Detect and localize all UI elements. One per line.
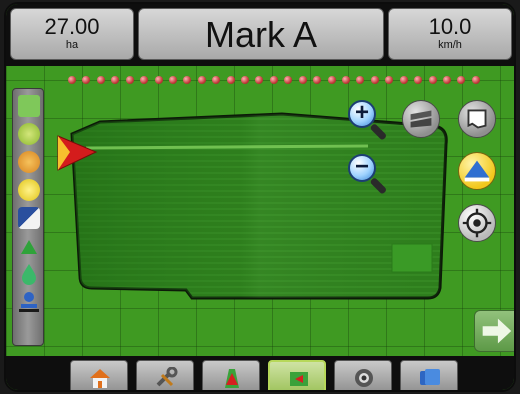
camera-icon (355, 369, 373, 387)
speed-unit: km/h (438, 39, 462, 51)
tab-field-view[interactable] (268, 360, 326, 390)
guidance-mode-button[interactable] (458, 152, 496, 190)
zoom-out-button[interactable]: − (346, 152, 392, 198)
zoom-in-button[interactable]: + (346, 98, 392, 144)
nozzle-indicator (269, 76, 278, 84)
tab-data[interactable] (400, 360, 458, 390)
field-coverage-map[interactable] (62, 92, 458, 302)
map-view-icon (467, 109, 487, 129)
nozzle-indicator (471, 76, 480, 84)
home-icon (90, 369, 110, 388)
nozzle-indicator (313, 76, 322, 84)
nozzle-indicator (255, 76, 264, 84)
perspective-view-icon (410, 110, 432, 128)
page-title: Mark A (204, 14, 318, 55)
guidance-mode-icon (464, 160, 490, 182)
tank-icon[interactable] (21, 263, 37, 285)
nozzle-indicator (125, 76, 134, 84)
nozzle-indicator (342, 76, 351, 84)
flow-yellow-icon[interactable] (18, 179, 40, 201)
perspective-view-button[interactable] (402, 100, 440, 138)
field-boundary-svg (70, 112, 448, 300)
gps-tilt-icon[interactable] (18, 207, 40, 229)
nozzle-indicator (197, 76, 206, 84)
files-icon (420, 369, 440, 385)
left-status-panel (12, 88, 44, 346)
nozzle-indicator (399, 76, 408, 84)
guidance-screen: 27.00 ha Mark A 10.0 km/h + − (4, 2, 516, 392)
tab-vehicle-view[interactable] (202, 360, 260, 390)
target-icon (462, 208, 492, 238)
vehicle-marker-icon (57, 135, 98, 171)
guidance-line (85, 144, 369, 150)
tab-real-view[interactable] (334, 360, 392, 390)
bottom-navigation (6, 356, 514, 390)
next-screen-button[interactable] (474, 310, 514, 352)
nozzle-indicator (212, 76, 221, 84)
arrow-right-icon (482, 318, 512, 344)
map-marker-icon (290, 372, 308, 386)
top-status-bar: 27.00 ha Mark A 10.0 km/h (6, 4, 514, 66)
nozzle-indicator (226, 76, 235, 84)
area-unit: ha (65, 39, 79, 51)
area-tile[interactable]: 27.00 ha (10, 8, 134, 60)
nozzle-indicator (140, 76, 149, 84)
nozzle-indicator (284, 76, 293, 84)
boom-orange-icon[interactable] (18, 151, 40, 173)
nozzle-indicator (168, 76, 177, 84)
map-view-button[interactable] (458, 100, 496, 138)
speed-value: 10.0 (428, 14, 472, 39)
nozzle-indicator (111, 76, 120, 84)
nozzle-indicator (457, 76, 466, 84)
nozzle-indicator (327, 76, 336, 84)
nozzle-indicator (154, 76, 163, 84)
speed-tile[interactable]: 10.0 km/h (388, 8, 512, 60)
boom-height-icon[interactable] (19, 291, 39, 313)
work-light-icon[interactable] (18, 95, 40, 117)
nozzle-indicator (356, 76, 365, 84)
uncovered-patch (391, 243, 433, 273)
tractor-green-icon[interactable] (18, 123, 40, 145)
tab-home[interactable] (70, 360, 128, 390)
tab-setup[interactable] (136, 360, 194, 390)
nozzle-indicator (414, 76, 423, 84)
guidance-arrow-icon[interactable] (20, 239, 38, 255)
tools-icon (156, 367, 178, 387)
nozzle-indicator (241, 76, 250, 84)
nozzle-indicator (385, 76, 394, 84)
nozzle-indicator (68, 76, 76, 84)
nozzle-indicator (442, 76, 451, 84)
nozzle-indicator (428, 76, 437, 84)
nozzle-indicator-row (68, 76, 480, 86)
nozzle-indicator (183, 76, 192, 84)
nozzle-indicator (82, 76, 91, 84)
title-tile[interactable]: Mark A (138, 8, 384, 60)
nozzle-indicator (96, 76, 105, 84)
target-button[interactable] (458, 204, 496, 242)
nozzle-indicator (298, 76, 307, 84)
vehicle-icon (225, 369, 239, 388)
nozzle-indicator (370, 76, 379, 84)
area-value: 27.00 (44, 14, 100, 39)
